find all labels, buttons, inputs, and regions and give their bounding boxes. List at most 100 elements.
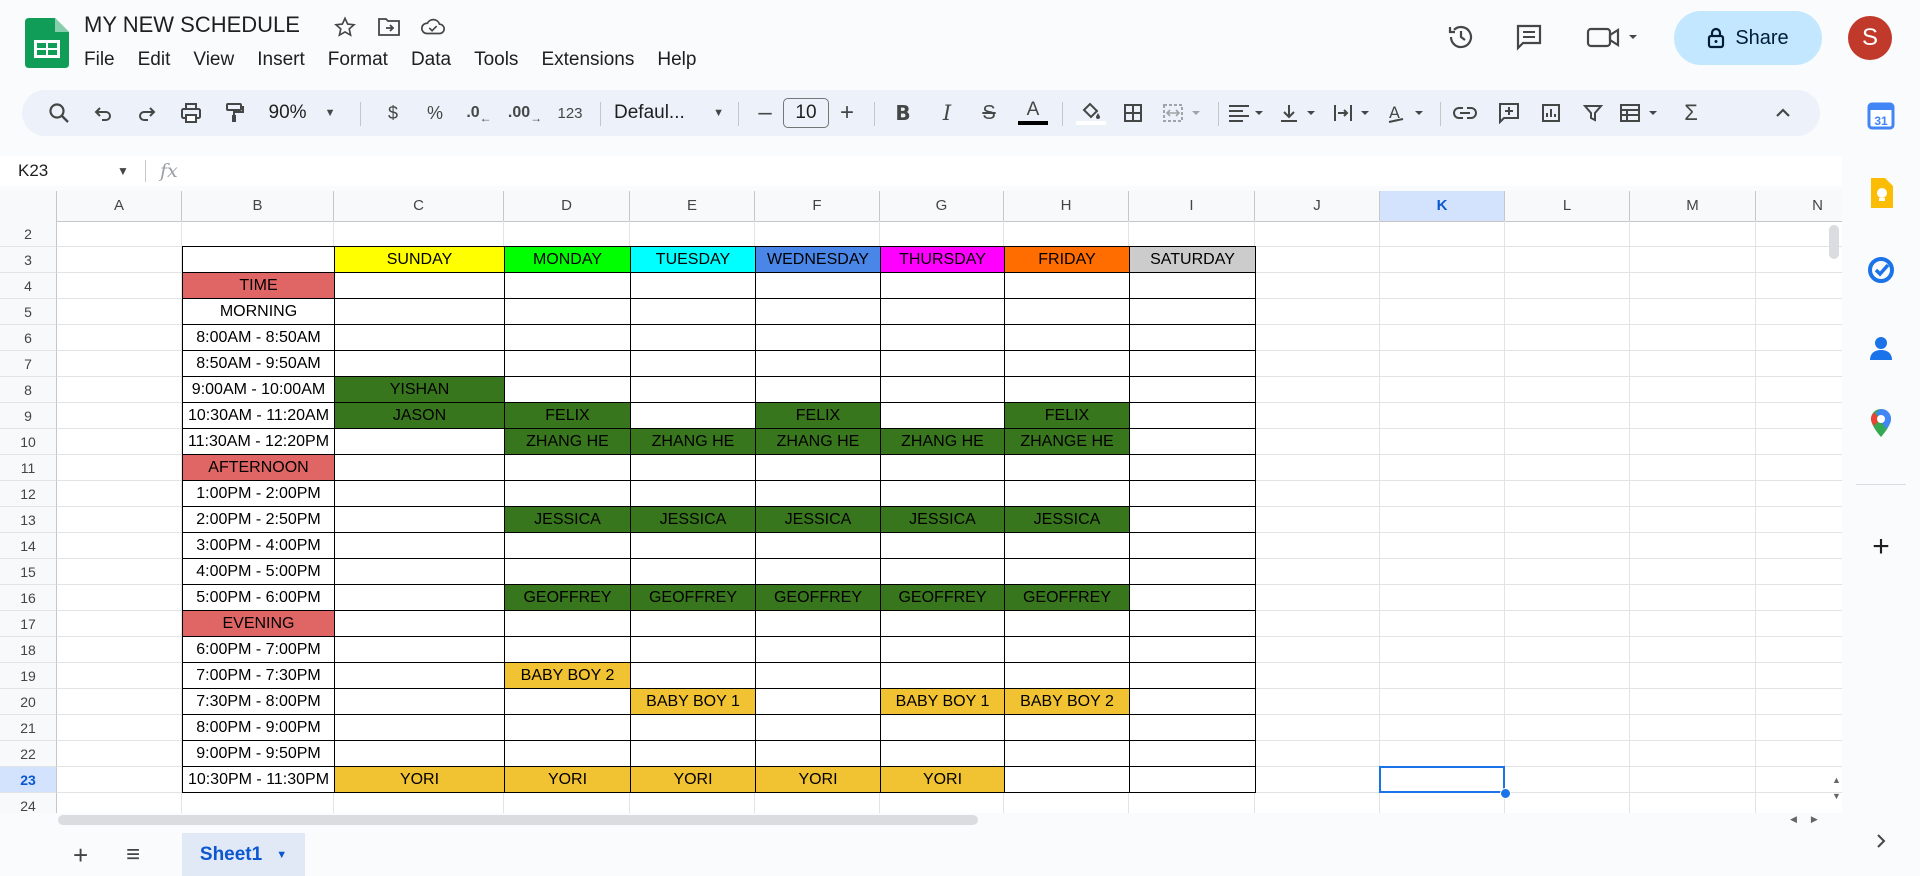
schedule-empty-cell[interactable] bbox=[334, 428, 505, 455]
schedule-entry-cell[interactable]: ZHANG HE bbox=[630, 428, 756, 455]
schedule-entry-cell[interactable]: YORI bbox=[630, 766, 756, 793]
schedule-empty-cell[interactable] bbox=[630, 740, 756, 767]
schedule-empty-cell[interactable] bbox=[1004, 480, 1130, 507]
decrease-decimal-button[interactable]: .0 ← bbox=[462, 90, 496, 136]
schedule-empty-cell[interactable] bbox=[755, 454, 881, 481]
schedule-empty-cell[interactable] bbox=[334, 558, 505, 585]
schedule-empty-cell[interactable] bbox=[334, 532, 505, 559]
row-header-2[interactable]: 2 bbox=[0, 221, 57, 247]
scroll-arrows-horizontal[interactable]: ◀▶ bbox=[1790, 814, 1832, 825]
time-slot-cell[interactable]: 1:00PM - 2:00PM bbox=[182, 480, 335, 507]
schedule-empty-cell[interactable] bbox=[1129, 558, 1256, 585]
schedule-empty-cell[interactable] bbox=[755, 740, 881, 767]
schedule-empty-cell[interactable] bbox=[334, 324, 505, 351]
column-header-l[interactable]: L bbox=[1505, 191, 1630, 221]
insert-comment-icon[interactable] bbox=[1492, 90, 1526, 136]
schedule-entry-cell[interactable]: JESSICA bbox=[504, 506, 631, 533]
time-slot-cell[interactable]: 8:50AM - 9:50AM bbox=[182, 350, 335, 377]
table-views-icon[interactable] bbox=[1618, 90, 1666, 136]
row-header-14[interactable]: 14 bbox=[0, 533, 57, 559]
star-icon[interactable] bbox=[332, 14, 358, 40]
currency-format-button[interactable]: $ bbox=[378, 90, 408, 136]
row-header-13[interactable]: 13 bbox=[0, 507, 57, 533]
menu-file[interactable]: File bbox=[84, 49, 115, 71]
schedule-empty-cell[interactable] bbox=[1129, 584, 1256, 611]
column-header-k[interactable]: K bbox=[1380, 191, 1505, 221]
schedule-empty-cell[interactable] bbox=[1004, 298, 1130, 325]
schedule-empty-cell[interactable] bbox=[1004, 636, 1130, 663]
column-header-f[interactable]: F bbox=[755, 191, 880, 221]
bold-icon[interactable]: B bbox=[886, 90, 920, 136]
schedule-empty-cell[interactable] bbox=[1129, 610, 1256, 637]
schedule-empty-cell[interactable] bbox=[1004, 454, 1130, 481]
menu-view[interactable]: View bbox=[193, 49, 234, 71]
row-header-8[interactable]: 8 bbox=[0, 377, 57, 403]
day-header-sunday[interactable]: SUNDAY bbox=[334, 246, 505, 273]
row-header-11[interactable]: 11 bbox=[0, 455, 57, 481]
schedule-empty-cell[interactable] bbox=[880, 376, 1005, 403]
day-header-monday[interactable]: MONDAY bbox=[504, 246, 631, 273]
column-header-a[interactable]: A bbox=[57, 191, 182, 221]
version-history-icon[interactable] bbox=[1441, 17, 1481, 57]
tasks-icon[interactable] bbox=[1864, 253, 1898, 287]
menu-help[interactable]: Help bbox=[657, 49, 696, 71]
move-folder-icon[interactable] bbox=[376, 14, 402, 40]
schedule-empty-cell[interactable] bbox=[630, 662, 756, 689]
schedule-empty-cell[interactable] bbox=[1004, 714, 1130, 741]
time-section-header[interactable]: EVENING bbox=[182, 610, 335, 637]
row-header-6[interactable]: 6 bbox=[0, 325, 57, 351]
schedule-empty-cell[interactable] bbox=[334, 610, 505, 637]
column-header-h[interactable]: H bbox=[1004, 191, 1129, 221]
schedule-empty-cell[interactable] bbox=[1129, 298, 1256, 325]
schedule-empty-cell[interactable] bbox=[630, 402, 756, 429]
column-header-e[interactable]: E bbox=[630, 191, 755, 221]
schedule-empty-cell[interactable] bbox=[755, 636, 881, 663]
schedule-empty-cell[interactable] bbox=[755, 324, 881, 351]
contacts-icon[interactable] bbox=[1864, 331, 1898, 365]
schedule-empty-cell[interactable] bbox=[880, 610, 1005, 637]
schedule-empty-cell[interactable] bbox=[755, 376, 881, 403]
column-header-g[interactable]: G bbox=[880, 191, 1004, 221]
schedule-empty-cell[interactable] bbox=[630, 298, 756, 325]
schedule-empty-cell[interactable] bbox=[630, 532, 756, 559]
schedule-empty-cell[interactable] bbox=[1004, 272, 1130, 299]
collapse-toolbar-icon[interactable] bbox=[1766, 90, 1800, 136]
paint-format-icon[interactable] bbox=[218, 90, 252, 136]
text-wrapping-icon[interactable] bbox=[1332, 90, 1378, 136]
share-button[interactable]: Share bbox=[1674, 11, 1822, 65]
schedule-empty-cell[interactable] bbox=[1129, 324, 1256, 351]
schedule-entry-cell[interactable]: ZHANGE HE bbox=[1004, 428, 1130, 455]
filter-icon[interactable] bbox=[1576, 90, 1610, 136]
schedule-empty-cell[interactable] bbox=[755, 610, 881, 637]
schedule-empty-cell[interactable] bbox=[504, 324, 631, 351]
schedule-entry-cell[interactable]: FELIX bbox=[504, 402, 631, 429]
schedule-entry-cell[interactable]: YISHAN bbox=[334, 376, 505, 403]
schedule-entry-cell[interactable]: BABY BOY 2 bbox=[504, 662, 631, 689]
schedule-empty-cell[interactable] bbox=[334, 298, 505, 325]
spreadsheet-grid[interactable]: ABCDEFGHIJKLMN 2 3 4 5 6 7 8 9 10 11 12 13 14 15 16 17 1… bbox=[0, 191, 1842, 813]
chevron-down-icon[interactable]: ▼ bbox=[117, 164, 129, 178]
account-avatar[interactable]: S bbox=[1848, 16, 1892, 60]
schedule-empty-cell[interactable] bbox=[755, 350, 881, 377]
time-slot-cell[interactable]: 8:00AM - 8:50AM bbox=[182, 324, 335, 351]
schedule-empty-cell[interactable] bbox=[334, 688, 505, 715]
time-slot-cell[interactable]: 3:00PM - 4:00PM bbox=[182, 532, 335, 559]
insert-link-icon[interactable] bbox=[1448, 90, 1482, 136]
schedule-empty-cell[interactable] bbox=[630, 350, 756, 377]
time-slot-cell[interactable]: 9:00AM - 10:00AM bbox=[182, 376, 335, 403]
day-header-tuesday[interactable]: TUESDAY bbox=[630, 246, 756, 273]
menu-extensions[interactable]: Extensions bbox=[541, 49, 634, 71]
search-icon[interactable] bbox=[42, 90, 76, 136]
schedule-empty-cell[interactable] bbox=[1004, 662, 1130, 689]
menu-tools[interactable]: Tools bbox=[474, 49, 518, 71]
schedule-empty-cell[interactable] bbox=[1004, 532, 1130, 559]
fill-handle[interactable] bbox=[1500, 788, 1511, 799]
schedule-empty-cell[interactable] bbox=[630, 324, 756, 351]
schedule-empty-cell[interactable] bbox=[334, 480, 505, 507]
schedule-empty-cell[interactable] bbox=[504, 610, 631, 637]
column-header-c[interactable]: C bbox=[334, 191, 504, 221]
schedule-empty-cell[interactable] bbox=[1129, 714, 1256, 741]
schedule-empty-cell[interactable] bbox=[1129, 740, 1256, 767]
time-slot-cell[interactable]: 8:00PM - 9:00PM bbox=[182, 714, 335, 741]
schedule-empty-cell[interactable] bbox=[880, 324, 1005, 351]
